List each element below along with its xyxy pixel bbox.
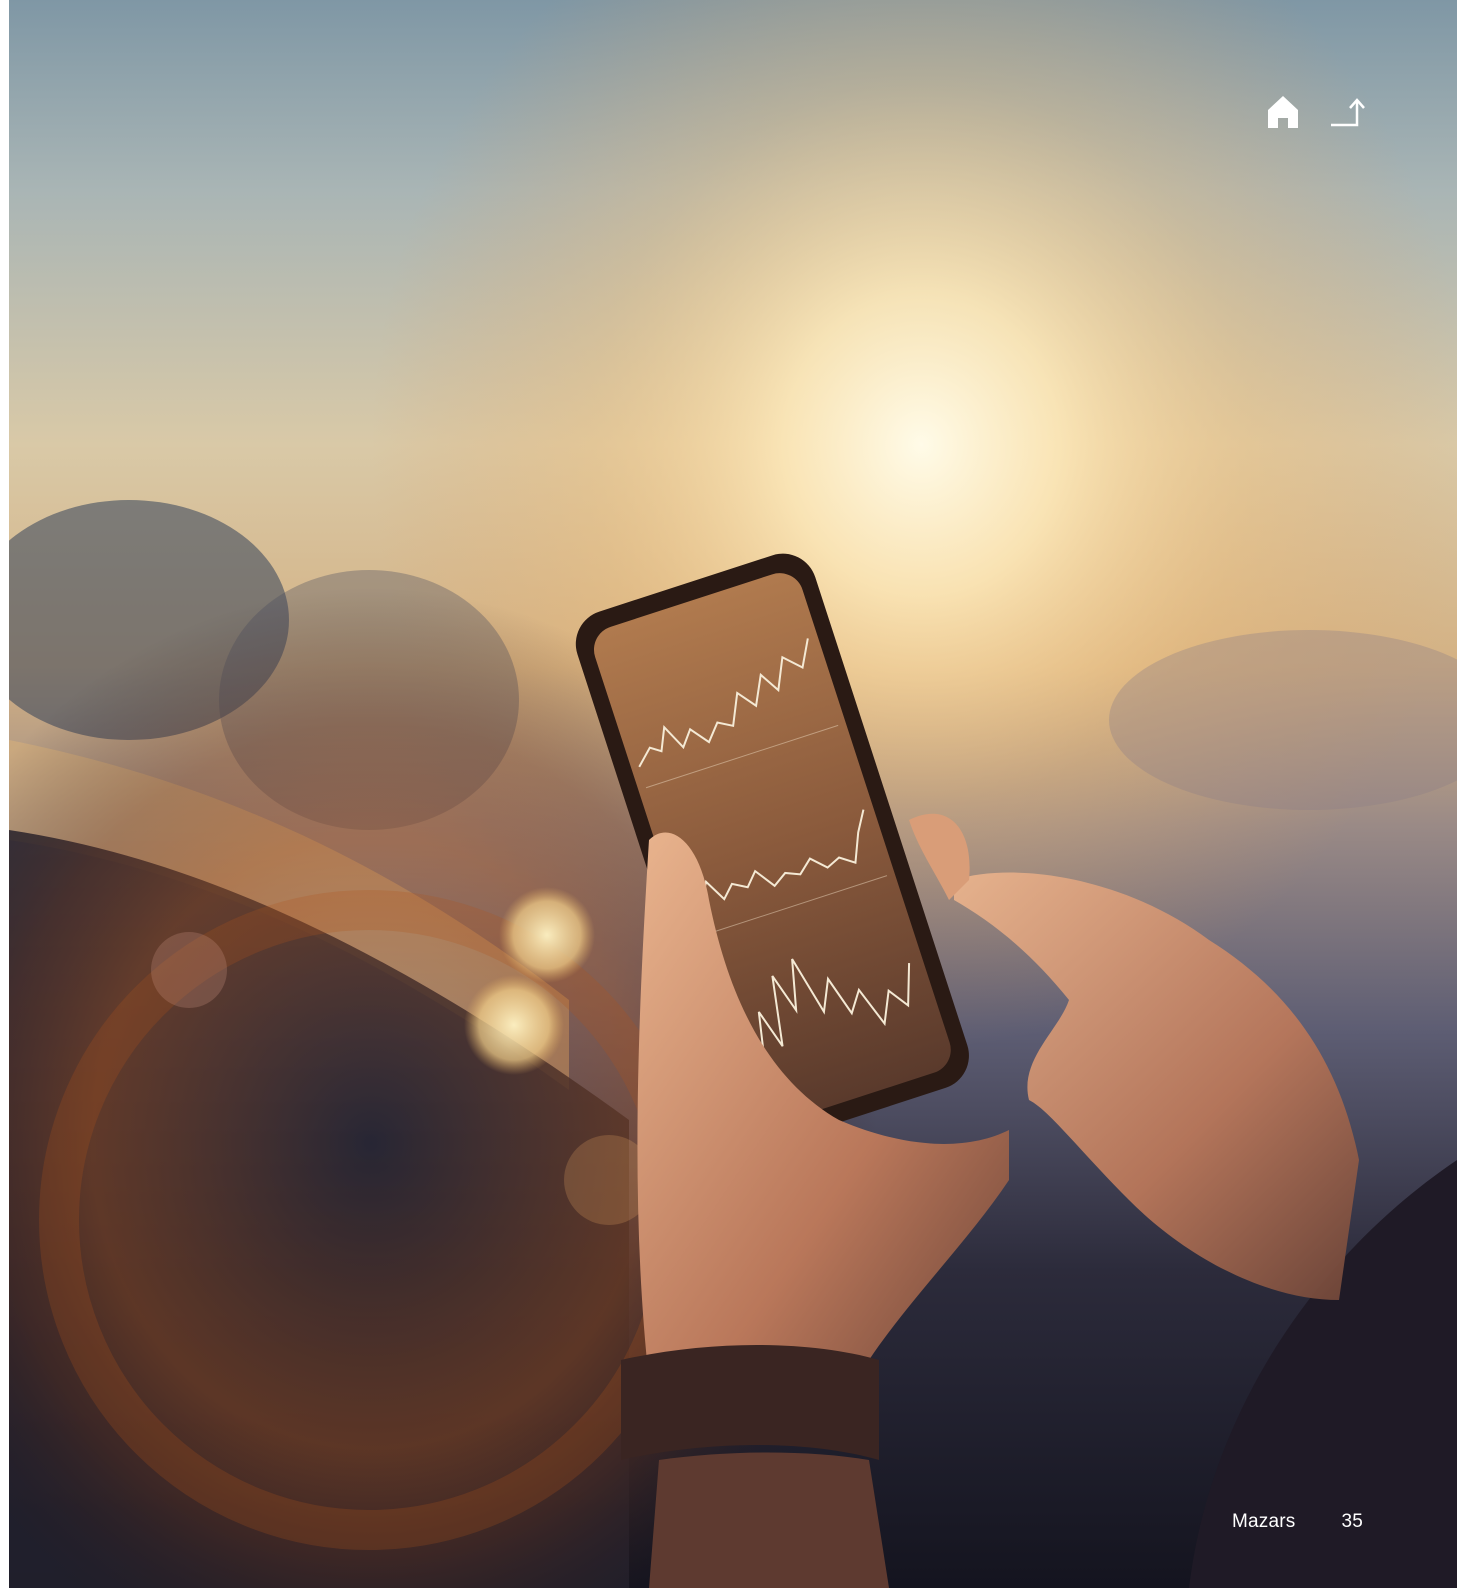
exit-arrow-icon <box>1331 98 1365 127</box>
page-number: 35 <box>1341 1511 1363 1532</box>
brand-name: Mazars <box>1231 1511 1296 1532</box>
page: Mazars 35 <box>9 0 1457 1588</box>
home-icon <box>1268 96 1298 128</box>
top-navigation <box>1263 92 1369 132</box>
background-photo <box>9 0 1457 1588</box>
home-button[interactable] <box>1263 92 1303 132</box>
page-footer: Mazars 35 <box>1232 1511 1363 1533</box>
exit-button[interactable] <box>1329 92 1369 132</box>
